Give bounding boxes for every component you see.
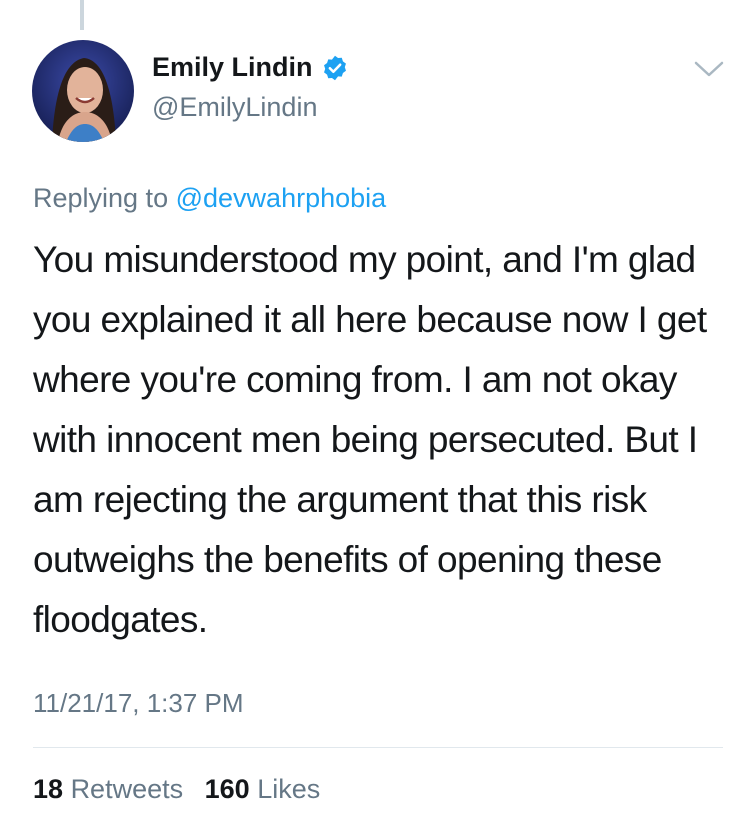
likes-count: 160 [204,774,250,804]
retweets-label: Retweets [70,774,184,804]
reply-mention-link[interactable]: @devwahrphobia [176,183,387,213]
author-display-name[interactable]: Emily Lindin [152,52,313,83]
replying-to-line: Replying to @devwahrphobia [33,183,386,214]
replying-to-label: Replying to [33,183,169,213]
verified-badge-icon [323,55,346,80]
avatar-photo [32,40,134,142]
tweet-stats: 18 Retweets 160 Likes [33,774,334,805]
chevron-down-icon[interactable] [692,58,726,80]
thread-connector-line [80,0,84,30]
retweets-stat[interactable]: 18 Retweets [33,774,191,804]
likes-stat[interactable]: 160 Likes [205,774,321,804]
avatar[interactable] [32,40,134,142]
tweet-text: You misunderstood my point, and I'm glad… [33,239,707,640]
retweets-count: 18 [33,774,64,804]
author-handle[interactable]: @EmilyLindin [152,92,317,123]
divider [33,747,723,748]
tweet-timestamp[interactable]: 11/21/17, 1:37 PM [33,688,244,719]
likes-label: Likes [257,774,321,804]
